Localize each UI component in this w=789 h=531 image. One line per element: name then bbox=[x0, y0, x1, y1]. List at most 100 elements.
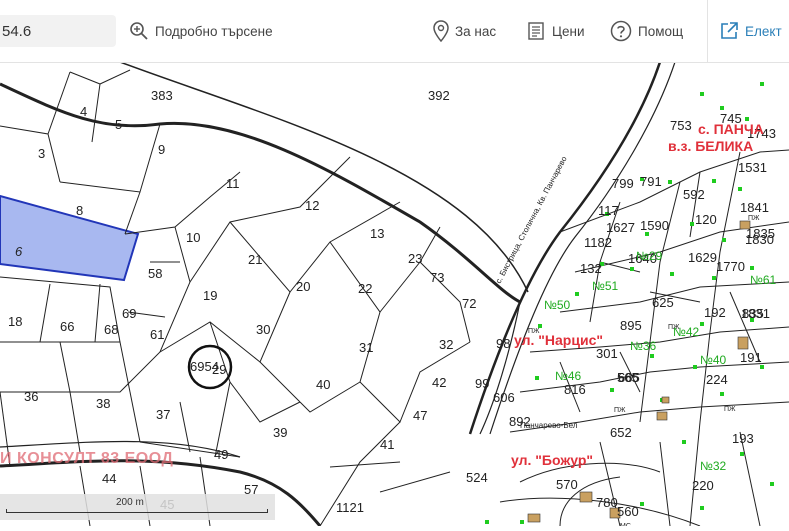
parcel-label: 99 bbox=[475, 376, 489, 391]
parcel-label: 38 bbox=[96, 396, 110, 411]
parcel-label: 42 bbox=[432, 375, 446, 390]
parcel-label: 1182 bbox=[584, 235, 612, 250]
parcel-label: 31 bbox=[359, 340, 373, 355]
map-pin-icon bbox=[433, 20, 449, 42]
help-link[interactable]: Помощ bbox=[610, 19, 683, 43]
prices-label: Цени bbox=[552, 23, 585, 39]
parcel-label: 1841 bbox=[740, 200, 769, 215]
parcel-label: 120 bbox=[695, 212, 717, 227]
parcel-label: 23 bbox=[408, 251, 422, 266]
parcel-label: 895 bbox=[620, 318, 642, 333]
scale-line bbox=[6, 509, 268, 513]
cadastral-map[interactable]: 3 4 5 6 8 9 10 11 12 13 18 19 20 21 22 2… bbox=[0, 61, 789, 530]
parcel-label: 39 bbox=[273, 425, 287, 440]
parcel-label: 224 bbox=[706, 372, 728, 387]
green-label: №46 bbox=[555, 369, 582, 383]
parcel-label: 9 bbox=[158, 142, 165, 157]
parcel-label: 1531 bbox=[738, 160, 767, 175]
parcel-label: 98 bbox=[496, 336, 510, 351]
parcel-label: 665 bbox=[618, 370, 640, 385]
parcel-label: 753 bbox=[670, 118, 692, 133]
parcel-label: 192 bbox=[704, 305, 726, 320]
top-toolbar: Подробно търсене За нас Цени Помощ bbox=[0, 0, 789, 63]
parcel-label: 1835 bbox=[746, 226, 775, 241]
scale-label: 200 m bbox=[116, 497, 144, 508]
parcel-label: 20 bbox=[296, 279, 310, 294]
parcel-label: 61 bbox=[150, 327, 164, 342]
advanced-search-label: Подробно търсене bbox=[155, 23, 273, 39]
green-label: №61 bbox=[750, 273, 777, 287]
parcel-label: 301 bbox=[596, 346, 618, 361]
green-label: №51 bbox=[592, 279, 619, 293]
parcel-label: 791 bbox=[640, 174, 662, 189]
parcel-label: 1590 bbox=[640, 218, 669, 233]
electronic-services-label: Елект bbox=[745, 23, 782, 39]
green-label: №40 bbox=[700, 353, 727, 367]
parcel-label: 37 bbox=[156, 407, 170, 422]
parcel-label: 606 bbox=[493, 390, 515, 405]
parcel-label: 18 bbox=[8, 314, 22, 329]
parcel-label: 4 bbox=[80, 104, 87, 119]
area-label: в.з. БЕЛИКА bbox=[668, 138, 753, 154]
toolbar-divider bbox=[707, 0, 708, 62]
prices-link[interactable]: Цени bbox=[526, 19, 585, 43]
about-label: За нас bbox=[455, 23, 497, 39]
parcel-label: 19 bbox=[203, 288, 217, 303]
parcel-label: 191 bbox=[740, 350, 762, 365]
parcel-label: 524 bbox=[466, 470, 488, 485]
svg-text:ПЖ: ПЖ bbox=[668, 324, 680, 331]
svg-text:ПЖ: ПЖ bbox=[748, 215, 760, 222]
parcel-label: 625 bbox=[652, 295, 674, 310]
parcel-label: 12 bbox=[305, 198, 319, 213]
parcel-label: 1121 bbox=[336, 500, 364, 515]
parcel-label: 47 bbox=[413, 408, 427, 423]
parcel-label: 69 bbox=[122, 306, 136, 321]
parcel-label: 40 bbox=[316, 377, 330, 392]
parcel-label: 68 bbox=[104, 322, 118, 337]
parcel-label: 66 bbox=[60, 319, 74, 334]
watermark-text: И КОНСУЛТ 83 ЕООД bbox=[0, 450, 173, 467]
road-label: с. Бистрица, Столична, Кв. Панчарево bbox=[494, 154, 569, 285]
parcel-label: 11 bbox=[226, 176, 240, 191]
parcel-label: 780 bbox=[596, 495, 618, 510]
green-label: №29 bbox=[636, 249, 663, 263]
parcel-label: 36 bbox=[24, 389, 38, 404]
street-label-narcis: ул. "Нарцис" bbox=[514, 332, 603, 348]
selected-parcel[interactable] bbox=[0, 194, 140, 282]
parcel-label: 1831 bbox=[741, 306, 770, 321]
parcel-label: 49 bbox=[214, 447, 228, 462]
parcel-label: 5 bbox=[115, 117, 122, 132]
help-question-icon bbox=[610, 20, 632, 42]
parcel-label: 392 bbox=[428, 88, 450, 103]
scale-bar: 200 m bbox=[0, 494, 275, 520]
parcel-label: 799 bbox=[612, 176, 634, 191]
electronic-services-link[interactable]: Елект bbox=[719, 19, 782, 43]
parcel-label: 41 bbox=[380, 437, 394, 452]
parcel-label: 21 bbox=[248, 252, 262, 267]
circled-parcel-label: 6954 bbox=[190, 359, 219, 374]
parcel-label: 132 bbox=[580, 261, 602, 276]
parcel-label: 3 bbox=[38, 146, 45, 161]
green-label: №36 bbox=[630, 339, 657, 353]
parcel-label: 44 bbox=[102, 471, 116, 486]
parcel-label: 1629 bbox=[688, 250, 717, 265]
green-label: №50 bbox=[544, 298, 571, 312]
parcel-label: 32 bbox=[439, 337, 453, 352]
street-label-bozhur: ул. "Божур" bbox=[511, 452, 593, 468]
advanced-search-link[interactable]: Подробно търсене bbox=[129, 19, 273, 43]
about-link[interactable]: За нас bbox=[433, 19, 496, 43]
parcel-label: 193 bbox=[732, 431, 754, 446]
green-label: №32 bbox=[700, 459, 727, 473]
external-link-icon bbox=[721, 22, 738, 39]
parcel-label: 117 bbox=[598, 203, 619, 218]
parcel-label: 220 bbox=[692, 478, 714, 493]
parcel-label: 383 bbox=[151, 88, 173, 103]
help-label: Помощ bbox=[638, 23, 684, 39]
price-list-icon bbox=[528, 22, 544, 40]
search-input[interactable] bbox=[0, 15, 116, 47]
parcel-label: 8 bbox=[76, 203, 83, 218]
svg-text:ПЖ: ПЖ bbox=[614, 407, 626, 414]
parcel-label: 72 bbox=[462, 296, 476, 311]
parcel-label-selected: 6 bbox=[15, 244, 23, 259]
parcel-label: 1770 bbox=[716, 259, 745, 274]
